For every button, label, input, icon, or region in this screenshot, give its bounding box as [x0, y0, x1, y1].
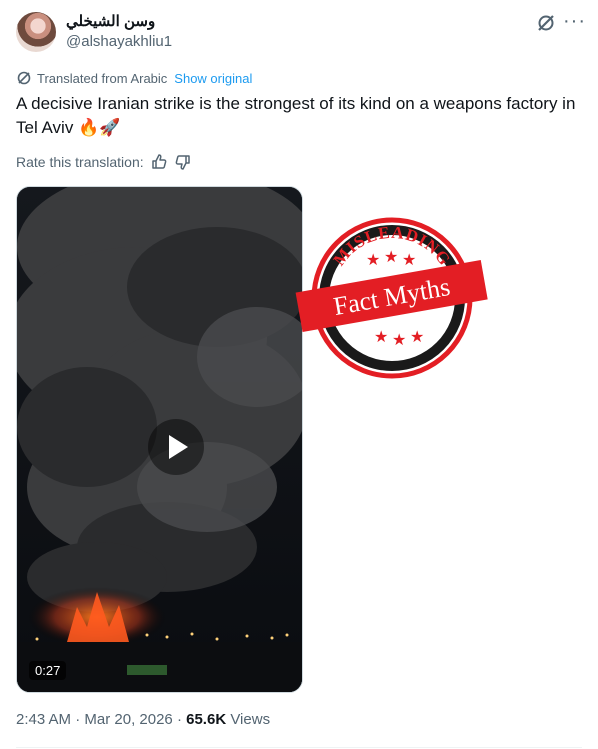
tweet-time[interactable]: 2:43 AM	[16, 711, 71, 728]
video-duration: 0:27	[29, 661, 67, 680]
more-icon[interactable]: ···	[563, 10, 586, 33]
svg-text:★: ★	[410, 327, 424, 346]
svg-text:★: ★	[366, 250, 380, 269]
svg-text:★: ★	[402, 250, 416, 269]
tweet-meta: 2:43 AM · Mar 20, 2026 · 65.6K Views	[16, 711, 270, 728]
grok-icon[interactable]	[536, 13, 556, 33]
thumbs-up-icon[interactable]	[150, 153, 168, 171]
rate-label: Rate this translation:	[16, 154, 144, 170]
translated-label: Translated from Arabic	[37, 70, 168, 86]
play-button[interactable]	[148, 419, 204, 475]
views-count: 65.6K	[186, 711, 227, 728]
divider	[16, 747, 582, 748]
tweet-date[interactable]: Mar 20, 2026	[84, 711, 172, 728]
translate-icon	[17, 71, 31, 85]
fact-check-stamp: MISLEADING FACT CHECKED ★ ★ ★ ★ ★ ★ Fact…	[295, 217, 488, 379]
display-name[interactable]: وسن الشيخلي	[66, 12, 155, 30]
meta-separator-2: ·	[176, 711, 182, 728]
views-label: Views	[230, 711, 271, 728]
svg-text:★: ★	[374, 327, 388, 346]
show-original-link[interactable]: Show original	[174, 71, 252, 86]
avatar[interactable]	[16, 12, 56, 52]
translation-bar: Translated from Arabic Show original	[16, 70, 252, 86]
stamp-stars-top: ★ ★ ★	[366, 247, 416, 269]
stamp-stars-bottom: ★ ★ ★	[374, 327, 424, 349]
thumbs-down-icon[interactable]	[174, 153, 192, 171]
video-player[interactable]: 0:27	[16, 186, 303, 693]
svg-text:★: ★	[384, 247, 398, 266]
play-icon	[169, 435, 188, 459]
meta-separator: ·	[75, 711, 81, 728]
rate-translation: Rate this translation:	[16, 153, 192, 171]
tweet-text: A decisive Iranian strike is the stronge…	[16, 94, 576, 137]
svg-text:★: ★	[392, 330, 406, 349]
handle[interactable]: @alshayakhliu1	[66, 33, 172, 50]
